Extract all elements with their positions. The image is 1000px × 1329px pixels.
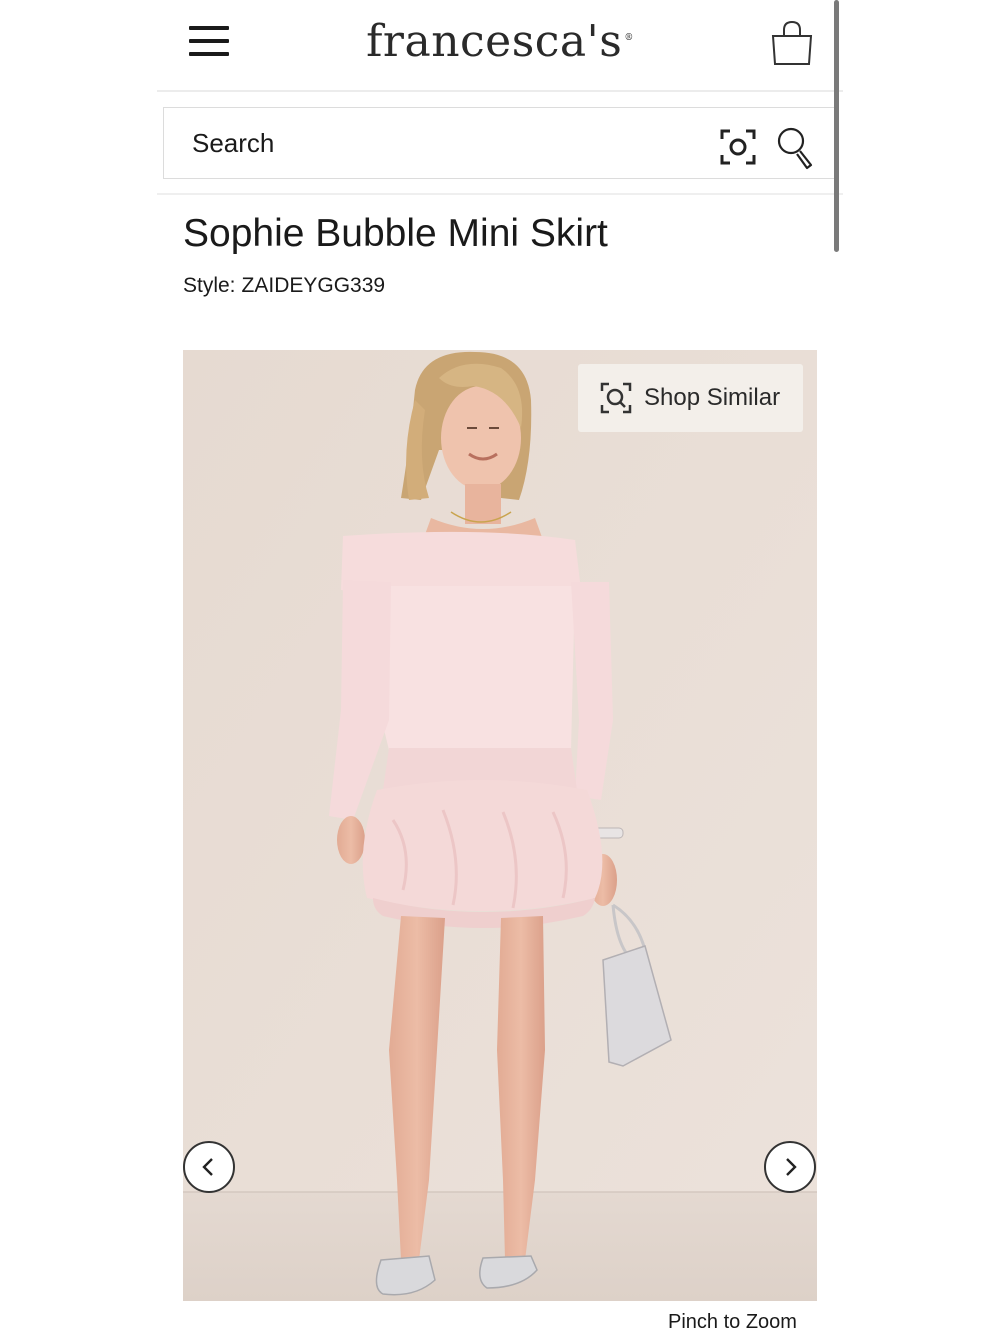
- visual-search-icon: [600, 382, 632, 414]
- product-page: francesca's® Sophie Bubble Mini Skirt: [0, 0, 1000, 1329]
- search-bar: [163, 107, 838, 179]
- style-label: Style:: [183, 274, 236, 297]
- search-input[interactable]: [192, 108, 692, 178]
- shopping-bag-icon[interactable]: [769, 18, 815, 68]
- product-photo: [183, 350, 817, 1301]
- logo-registered-mark: ®: [624, 33, 634, 44]
- page-scrollbar[interactable]: [834, 0, 839, 252]
- product-title: Sophie Bubble Mini Skirt: [183, 212, 608, 255]
- shop-similar-button[interactable]: Shop Similar: [578, 364, 803, 432]
- carousel-next-button[interactable]: [764, 1141, 816, 1193]
- chevron-left-icon: [202, 1158, 213, 1176]
- shop-similar-label: Shop Similar: [644, 384, 781, 411]
- product-style: Style: ZAIDEYGG339: [183, 274, 385, 298]
- site-header: francesca's ®: [157, 0, 843, 92]
- header-divider: [157, 193, 843, 195]
- product-image-carousel[interactable]: Shop Similar: [183, 350, 817, 1301]
- chevron-right-icon: [786, 1158, 797, 1176]
- magnifier-icon[interactable]: [776, 126, 816, 172]
- camera-scan-icon[interactable]: [719, 128, 757, 166]
- style-code: ZAIDEYGG339: [241, 274, 386, 297]
- pinch-to-zoom-hint: Pinch to Zoom: [668, 1311, 797, 1329]
- logo-text: francesca's: [366, 16, 623, 67]
- carousel-prev-button[interactable]: [183, 1141, 235, 1193]
- brand-logo[interactable]: francesca's ®: [157, 16, 843, 67]
